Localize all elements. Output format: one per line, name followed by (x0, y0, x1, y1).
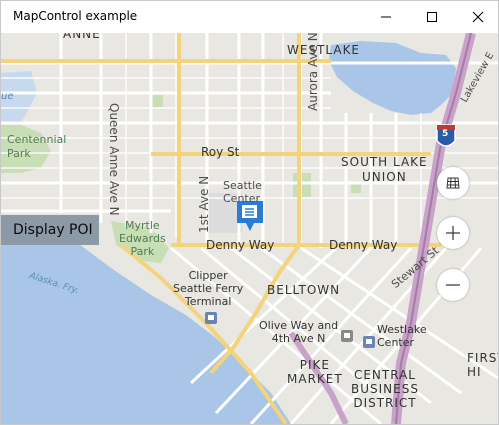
maximize-icon (427, 12, 437, 22)
map-style-button[interactable] (437, 167, 469, 199)
window-title: MapControl example (13, 9, 138, 23)
label-belltown: BELLTOWN (267, 283, 341, 297)
label-queen-anne-ave: Queen Anne Ave N (107, 103, 121, 216)
minus-icon (446, 284, 460, 286)
minimize-icon (381, 16, 391, 18)
minimize-button[interactable] (363, 1, 409, 33)
label-pike-market: PIKE MARKET (287, 358, 343, 386)
highway-shield-number: 5 (442, 129, 449, 139)
label-westlake-center: Westlake Center (377, 323, 427, 349)
zoom-in-button[interactable] (437, 217, 469, 249)
label-denny-way-west: Denny Way (206, 238, 275, 252)
label-olive-way: Olive Way and 4th Ave N (259, 319, 339, 345)
label-first-hill: FIRST HI (467, 351, 498, 379)
label-centennial-park: Centennial Park (7, 133, 67, 160)
display-poi-button[interactable]: Display POI (1, 215, 99, 245)
title-bar: MapControl example (1, 1, 498, 33)
label-first-ave: 1st Ave N (197, 175, 211, 233)
label-seattle-center: Seattle Center (223, 179, 262, 205)
maximize-button[interactable] (409, 1, 455, 33)
label-anne: ANNE (63, 33, 101, 41)
zoom-out-button[interactable] (437, 269, 469, 301)
transit-icon-olive (341, 330, 353, 342)
transit-icon-ferry (205, 312, 217, 324)
label-roy-st: Roy St (201, 145, 240, 159)
label-south-lake-union: SOUTH LAKE UNION (341, 155, 428, 184)
transit-icon-westlake (363, 336, 375, 348)
grid-icon (446, 177, 460, 189)
app-window: MapControl example ANNE WESTLAKE Queen A… (0, 0, 499, 425)
close-button[interactable] (455, 1, 498, 33)
label-denny-way-east: Denny Way (329, 238, 398, 252)
label-cbd: CENTRAL BUSINESS DISTRICT (351, 368, 419, 410)
map-control[interactable]: ANNE WESTLAKE Queen Anne Ave N Aurora Av… (1, 33, 498, 424)
close-icon (472, 11, 484, 23)
plus-icon (446, 226, 460, 240)
label-ue: ue (1, 91, 14, 102)
label-aurora-ave: Aurora Ave N (306, 33, 320, 111)
label-westlake: WESTLAKE (287, 43, 361, 57)
label-clipper-ferry: Clipper Seattle Ferry Terminal (173, 269, 244, 308)
label-myrtle-edwards: Myrtle Edwards Park (119, 219, 166, 258)
